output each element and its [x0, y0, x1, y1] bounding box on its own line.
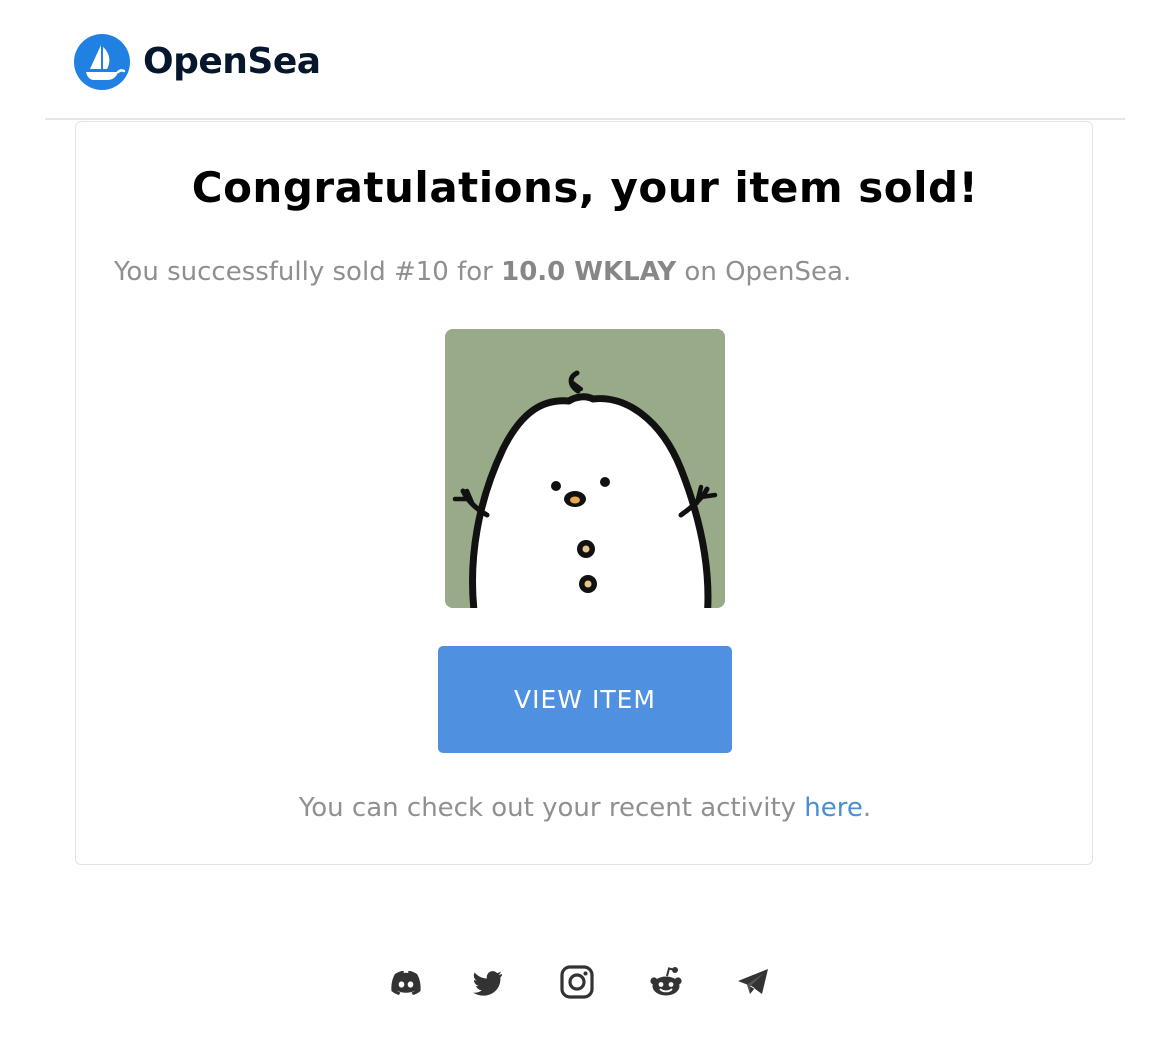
- opensea-logo-icon[interactable]: [74, 34, 130, 90]
- instagram-icon[interactable]: [557, 962, 597, 1002]
- discord-icon[interactable]: [386, 962, 426, 1002]
- activity-here-link[interactable]: here: [804, 793, 863, 823]
- activity-note-suffix: .: [862, 793, 872, 823]
- email-header: OpenSea: [0, 0, 1170, 120]
- twitter-icon[interactable]: [468, 962, 508, 1002]
- telegram-icon[interactable]: [734, 962, 774, 1002]
- sale-amount: 10.0 WKLAY: [501, 257, 677, 287]
- activity-note: You can check out your recent activity h…: [0, 790, 1170, 826]
- brand-name[interactable]: OpenSea: [143, 38, 321, 86]
- page-title: Congratulations, your item sold!: [191, 163, 979, 212]
- activity-note-prefix: You can check out your recent activity: [298, 793, 805, 823]
- header-divider: [45, 118, 1125, 120]
- nft-item-image[interactable]: [445, 329, 725, 608]
- view-item-button[interactable]: VIEW ITEM: [438, 646, 732, 753]
- sale-message-suffix: on OpenSea.: [676, 257, 852, 287]
- sale-message-prefix: You successfully sold #10 for: [114, 257, 502, 287]
- reddit-icon[interactable]: [646, 962, 686, 1002]
- sale-message: You successfully sold #10 for 10.0 WKLAY…: [114, 254, 851, 290]
